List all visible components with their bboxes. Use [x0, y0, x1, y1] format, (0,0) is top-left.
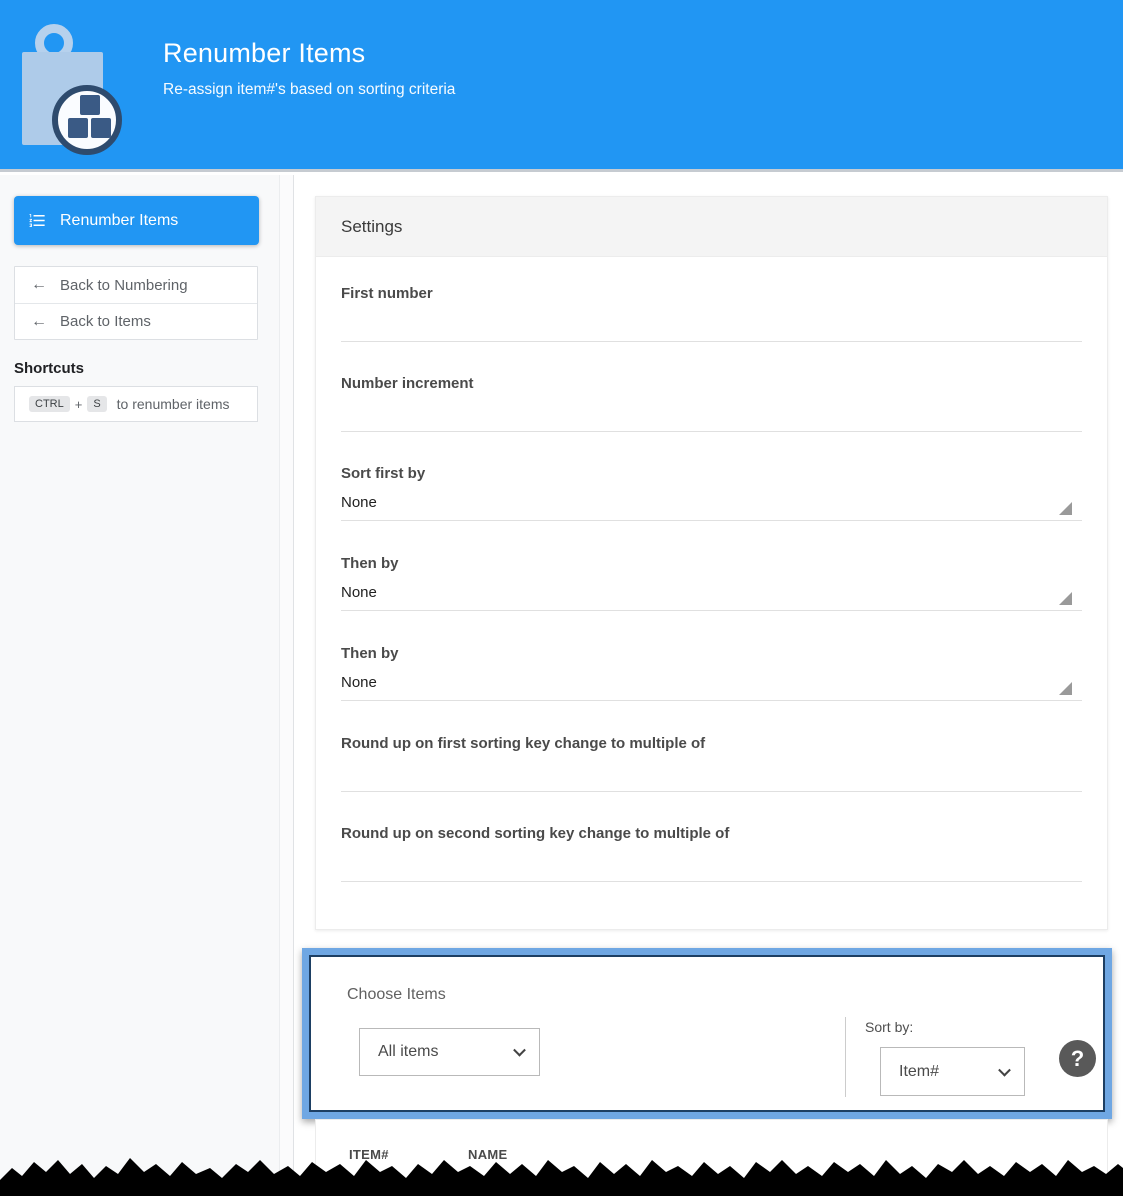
first-number-label: First number [341, 285, 1082, 303]
settings-title: Settings [341, 217, 402, 237]
sort-by-select[interactable]: Item# [880, 1047, 1025, 1096]
renumber-items-app: Renumber Items Re-assign item#'s based o… [0, 0, 1123, 1196]
number-increment-label: Number increment [341, 375, 1082, 393]
dropdown-triangle-icon[interactable] [1059, 592, 1072, 605]
field-underline [341, 520, 1082, 521]
then-by-2-select[interactable]: None [341, 674, 377, 691]
field-underline [341, 700, 1082, 701]
chevron-down-icon [513, 1044, 526, 1057]
torn-edge-decoration [0, 1150, 1123, 1196]
left-arrow-icon: ← [31, 313, 47, 331]
sidebar-item-renumber-items[interactable]: Renumber Items [14, 196, 259, 245]
question-mark-glyph: ? [1071, 1046, 1084, 1072]
app-header: Renumber Items Re-assign item#'s based o… [0, 0, 1123, 172]
sort-first-by-select[interactable]: None [341, 494, 377, 511]
chevron-down-icon [998, 1063, 1011, 1076]
back-to-numbering-link[interactable]: ← Back to Numbering [15, 267, 257, 303]
left-arrow-icon: ← [31, 276, 47, 294]
shortcuts-heading: Shortcuts [14, 360, 84, 377]
choose-items-panel: Choose Items All items Sort by: Item# ? [309, 955, 1105, 1112]
plus-sign: + [75, 397, 83, 412]
sort-by-value: Item# [899, 1063, 939, 1081]
page-title: Renumber Items [163, 38, 365, 69]
page-subtitle: Re-assign item#'s based on sorting crite… [163, 81, 455, 99]
items-filter-select[interactable]: All items [359, 1028, 540, 1076]
block-icon [68, 118, 88, 138]
vertical-divider [845, 1017, 846, 1097]
sidebar: Renumber Items ← Back to Numbering ← Bac… [0, 175, 294, 1196]
then-by-1-select[interactable]: None [341, 584, 377, 601]
then-by-2-label: Then by [341, 645, 1082, 663]
numbered-list-icon [28, 211, 47, 230]
round-up-second-input[interactable] [341, 846, 1082, 882]
dropdown-triangle-icon[interactable] [1059, 682, 1072, 695]
sort-first-by-label: Sort first by [341, 465, 1082, 483]
back-links: ← Back to Numbering ← Back to Items [14, 266, 258, 340]
settings-card-header: Settings [316, 197, 1107, 257]
shortcut-hint: CTRL + S to renumber items [14, 386, 258, 422]
settings-card: Settings First number Number increment S… [315, 196, 1108, 930]
shortcut-description: to renumber items [117, 396, 230, 412]
block-icon [91, 118, 111, 138]
choose-items-title: Choose Items [347, 986, 446, 1004]
sidebar-item-label: Renumber Items [60, 212, 178, 230]
then-by-1-label: Then by [341, 555, 1082, 573]
field-underline [341, 610, 1082, 611]
round-up-first-label: Round up on first sorting key change to … [341, 735, 1082, 753]
app-logo [0, 0, 140, 172]
s-keycap: S [87, 396, 106, 412]
items-filter-value: All items [378, 1043, 438, 1061]
ctrl-keycap: CTRL [29, 396, 70, 412]
sort-by-label: Sort by: [865, 1019, 913, 1035]
back-link-label: Back to Items [60, 313, 151, 330]
back-link-label: Back to Numbering [60, 277, 188, 294]
sidebar-scrollbar[interactable] [279, 175, 293, 1196]
help-icon[interactable]: ? [1059, 1040, 1096, 1077]
round-up-second-label: Round up on second sorting key change to… [341, 825, 1082, 843]
number-increment-input[interactable] [341, 396, 1082, 432]
back-to-items-link[interactable]: ← Back to Items [15, 303, 257, 339]
dropdown-triangle-icon[interactable] [1059, 502, 1072, 515]
round-up-first-input[interactable] [341, 756, 1082, 792]
choose-items-highlight: Choose Items All items Sort by: Item# ? [302, 948, 1112, 1119]
blocks-badge-icon [52, 85, 122, 155]
first-number-input[interactable] [341, 306, 1082, 342]
block-icon [80, 95, 100, 115]
